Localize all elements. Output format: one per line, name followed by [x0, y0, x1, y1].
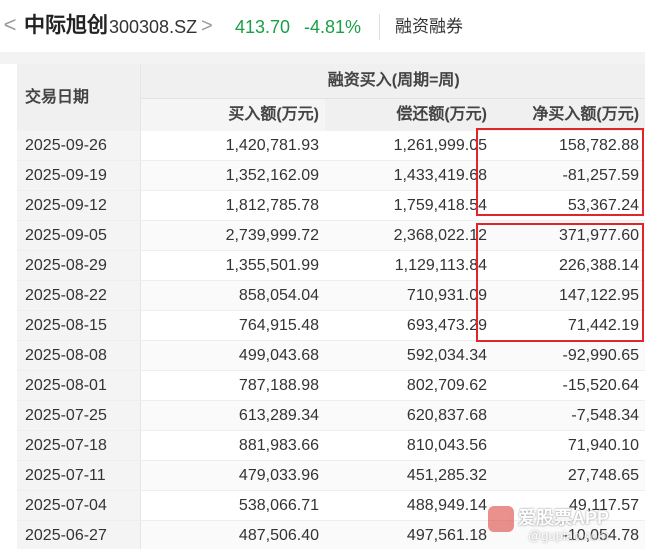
cell-buy-amount: 1,420,781.93: [140, 131, 325, 161]
cell-date: 2025-09-26: [17, 131, 141, 161]
cell-net-buy-amount: 71,940.10: [493, 430, 645, 461]
cell-net-buy-amount: 49,117.57: [493, 490, 645, 521]
cell-net-buy-amount: 226,388.14: [493, 250, 645, 281]
back-chevron-icon[interactable]: <: [2, 13, 18, 37]
cell-net-buy-amount: 158,782.88: [493, 131, 645, 161]
table-row[interactable]: 2025-09-12 1,812,785.78 1,759,418.54 53,367…: [17, 190, 645, 221]
table-row[interactable]: 2025-08-22 858,054.04 710,931.09 147,122.95: [17, 280, 645, 311]
cell-repay-amount: 802,709.62: [325, 370, 493, 401]
cell-buy-amount: 881,983.66: [140, 430, 325, 461]
cell-repay-amount: 2,368,022.12: [325, 220, 493, 251]
cell-repay-amount: 592,034.34: [325, 340, 493, 371]
cell-date: 2025-08-01: [17, 370, 141, 401]
header-margin-buy-group: 融资买入(周期=周): [140, 64, 645, 99]
table-row[interactable]: 2025-08-29 1,355,501.99 1,129,113.84 226,38…: [17, 250, 645, 281]
cell-date: 2025-09-19: [17, 160, 141, 191]
cell-net-buy-amount: 371,977.60: [493, 220, 645, 251]
cell-repay-amount: 1,759,418.54: [325, 190, 493, 221]
stock-code: 300308.SZ: [109, 17, 198, 37]
cell-date: 2025-08-08: [17, 340, 141, 371]
cell-repay-amount: 1,261,999.05: [325, 131, 493, 161]
cell-buy-amount: 1,355,501.99: [140, 250, 325, 281]
stock-price: 413.70: [235, 17, 291, 37]
cell-repay-amount: 710,931.09: [325, 280, 493, 311]
table-row[interactable]: 2025-07-11 479,033.96 451,285.32 27,748.65: [17, 460, 645, 491]
top-bar: < 中际旭创 300308.SZ > 413.70 -4.81% 融资融券: [0, 0, 645, 52]
cell-repay-amount: 693,473.29: [325, 310, 493, 341]
cell-date: 2025-07-25: [17, 400, 141, 431]
cell-date: 2025-07-18: [17, 430, 141, 461]
table-body: 2025-09-26 1,420,781.93 1,261,999.05 158,78…: [17, 131, 645, 549]
cell-date: 2025-07-11: [17, 460, 141, 491]
cell-repay-amount: 810,043.56: [325, 430, 493, 461]
cell-net-buy-amount: 147,122.95: [493, 280, 645, 311]
cell-buy-amount: 1,352,162.09: [140, 160, 325, 191]
cell-buy-amount: 538,066.71: [140, 490, 325, 521]
table-row[interactable]: 2025-09-19 1,352,162.09 1,433,419.68 -81,25…: [17, 160, 645, 191]
price-change-percent: -4.81%: [304, 17, 362, 37]
margin-table: 交易日期 融资买入(周期=周) 买入额(万元) 偿还额(万元) 净买入额(万元)…: [17, 64, 645, 549]
table-row[interactable]: 2025-09-05 2,739,999.72 2,368,022.12 371,97…: [17, 220, 645, 251]
header-buy-amount[interactable]: 买入额(万元): [140, 98, 325, 131]
cell-repay-amount: 1,433,419.68: [325, 160, 493, 191]
header-repay-amount[interactable]: 偿还额(万元): [325, 98, 493, 131]
cell-repay-amount: 620,837.68: [325, 400, 493, 431]
cell-buy-amount: 487,506.40: [140, 520, 325, 549]
table-row[interactable]: 2025-06-27 487,506.40 497,561.18 -10,054.78: [17, 520, 645, 549]
cell-buy-amount: 2,739,999.72: [140, 220, 325, 251]
cell-repay-amount: 1,129,113.84: [325, 250, 493, 281]
cell-net-buy-amount: 71,442.19: [493, 310, 645, 341]
table-row[interactable]: 2025-09-26 1,420,781.93 1,261,999.05 158,78…: [17, 131, 645, 161]
cell-date: 2025-09-12: [17, 190, 141, 221]
table-row[interactable]: 2025-07-04 538,066.71 488,949.14 49,117.57: [17, 490, 645, 521]
cell-date: 2025-07-04: [17, 490, 141, 521]
stock-name: 中际旭创: [24, 14, 108, 37]
header-trade-date[interactable]: 交易日期: [17, 64, 141, 131]
cell-repay-amount: 488,949.14: [325, 490, 493, 521]
cell-buy-amount: 764,915.48: [140, 310, 325, 341]
cell-repay-amount: 497,561.18: [325, 520, 493, 549]
section-gap: [0, 52, 645, 64]
chevron-right-icon[interactable]: >: [201, 13, 213, 39]
table-row[interactable]: 2025-07-18 881,983.66 810,043.56 71,940.10: [17, 430, 645, 461]
header-divider: [379, 14, 380, 40]
cell-date: 2025-09-05: [17, 220, 141, 251]
cell-net-buy-amount: -81,257.59: [493, 160, 645, 191]
cell-net-buy-amount: -92,990.65: [493, 340, 645, 371]
cell-date: 2025-08-22: [17, 280, 141, 311]
cell-date: 2025-08-15: [17, 310, 141, 341]
table-row[interactable]: 2025-07-25 613,289.34 620,837.68 -7,548.34: [17, 400, 645, 431]
cell-buy-amount: 1,812,785.78: [140, 190, 325, 221]
table-row[interactable]: 2025-08-01 787,188.98 802,709.62 -15,520.64: [17, 370, 645, 401]
cell-net-buy-amount: -10,054.78: [493, 520, 645, 549]
cell-buy-amount: 479,033.96: [140, 460, 325, 491]
margin-trading-tab[interactable]: 融资融券: [395, 14, 463, 40]
cell-net-buy-amount: 27,748.65: [493, 460, 645, 491]
cell-repay-amount: 451,285.32: [325, 460, 493, 491]
cell-date: 2025-06-27: [17, 520, 141, 549]
cell-net-buy-amount: -7,548.34: [493, 400, 645, 431]
table-row[interactable]: 2025-08-08 499,043.68 592,034.34 -92,990.65: [17, 340, 645, 371]
table-row[interactable]: 2025-08-15 764,915.48 693,473.29 71,442.19: [17, 310, 645, 341]
cell-buy-amount: 613,289.34: [140, 400, 325, 431]
margin-table-container[interactable]: 交易日期 融资买入(周期=周) 买入额(万元) 偿还额(万元) 净买入额(万元)…: [17, 64, 645, 549]
cell-buy-amount: 499,043.68: [140, 340, 325, 371]
cell-date: 2025-08-29: [17, 250, 141, 281]
cell-net-buy-amount: 53,367.24: [493, 190, 645, 221]
cell-buy-amount: 787,188.98: [140, 370, 325, 401]
cell-net-buy-amount: -15,520.64: [493, 370, 645, 401]
header-net-buy-amount[interactable]: 净买入额(万元): [493, 98, 645, 131]
cell-buy-amount: 858,054.04: [140, 280, 325, 311]
